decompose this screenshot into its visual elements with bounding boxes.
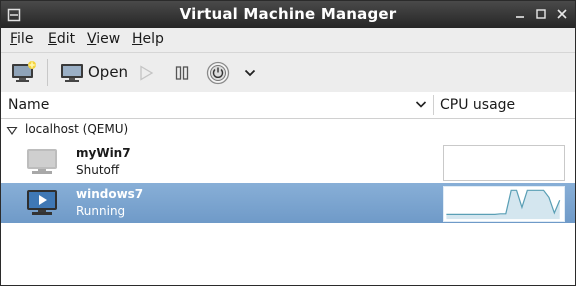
- title-bar[interactable]: Virtual Machine Manager: [1, 1, 575, 28]
- shutdown-icon[interactable]: [206, 61, 230, 85]
- window-title: Virtual Machine Manager: [179, 5, 397, 23]
- cpu-usage-sparkline: [443, 186, 565, 222]
- menu-file-mnemonic: F: [10, 31, 18, 47]
- menu-edit[interactable]: Edit: [48, 31, 75, 47]
- expander-triangle-icon[interactable]: [6, 126, 18, 136]
- vm-shutoff-monitor-icon: [27, 149, 57, 174]
- menu-view-mnemonic: V: [87, 31, 97, 47]
- menu-file-label: ile: [17, 31, 34, 47]
- minimize-icon[interactable]: [513, 7, 527, 21]
- menu-view[interactable]: View: [87, 31, 120, 47]
- new-vm-icon[interactable]: [10, 60, 38, 84]
- menu-edit-mnemonic: E: [48, 31, 57, 47]
- menu-edit-label: dit: [56, 31, 76, 47]
- connection-row[interactable]: localhost (QEMU): [1, 119, 575, 141]
- vm-status: Running: [76, 204, 126, 218]
- column-header: Name CPU usage: [1, 92, 575, 119]
- toolbar-separator: [47, 59, 48, 86]
- menu-file[interactable]: File: [10, 31, 33, 47]
- column-divider[interactable]: [433, 95, 434, 115]
- column-name[interactable]: Name: [8, 97, 49, 113]
- menu-help[interactable]: Help: [132, 31, 164, 47]
- menu-help-mnemonic: H: [132, 31, 143, 47]
- vm-status: Shutoff: [76, 163, 120, 177]
- vm-name: myWin7: [76, 146, 131, 160]
- menu-bar: File Edit View Help: [1, 28, 575, 53]
- vm-name: windows7: [76, 187, 144, 201]
- monitor-icon: [61, 64, 83, 82]
- vm-running-monitor-icon: [27, 190, 57, 215]
- pause-icon[interactable]: [174, 65, 190, 81]
- open-button-label: Open: [88, 63, 129, 81]
- connection-label: localhost (QEMU): [25, 122, 129, 136]
- vmm-window: Virtual Machine Manager File Edit View H…: [0, 0, 576, 286]
- close-icon[interactable]: [555, 7, 569, 21]
- column-chevron-down-icon[interactable]: [415, 100, 427, 110]
- menu-help-label: elp: [142, 31, 164, 47]
- maximize-icon[interactable]: [534, 7, 548, 21]
- shutdown-menu-chevron-icon[interactable]: [244, 68, 256, 78]
- toolbar: Open: [1, 53, 575, 93]
- cpu-usage-graph: [443, 145, 565, 181]
- run-icon[interactable]: [138, 65, 154, 81]
- vm-row-windows7[interactable]: windows7 Running: [1, 183, 575, 223]
- vm-row-mywin7[interactable]: myWin7 Shutoff: [1, 142, 575, 182]
- menu-view-label: iew: [96, 31, 121, 47]
- open-button[interactable]: Open: [59, 60, 129, 86]
- column-cpu-usage[interactable]: CPU usage: [440, 97, 515, 113]
